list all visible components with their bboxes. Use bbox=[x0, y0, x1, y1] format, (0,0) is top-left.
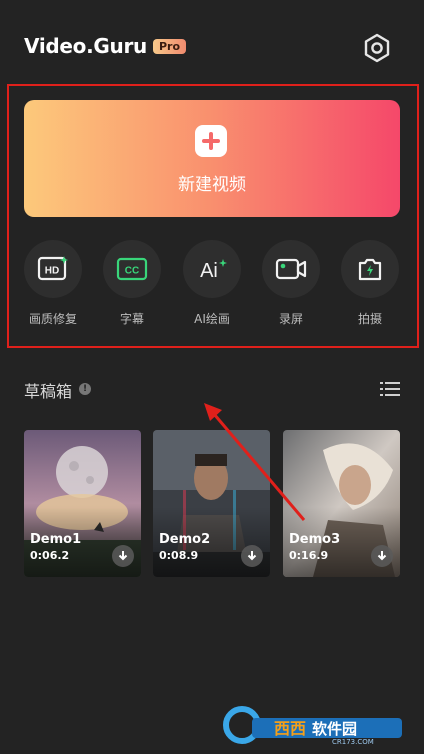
app-logo: Video.Guru Pro bbox=[24, 34, 187, 58]
draft-name: Demo3 bbox=[289, 532, 341, 547]
ai-sparkle-icon: Ai bbox=[183, 240, 241, 298]
draft-duration: 0:06.2 bbox=[30, 549, 70, 562]
screen-record-icon bbox=[262, 240, 320, 298]
pro-badge[interactable]: Pro bbox=[152, 38, 187, 54]
cc-icon: CC bbox=[103, 240, 161, 298]
tool-label: AI绘画 bbox=[194, 312, 230, 326]
tool-quality-repair[interactable]: HD 画质修复 bbox=[13, 240, 93, 327]
tools-row: HD 画质修复 CC 字幕 Ai AI绘画 录屏 拍摄 bbox=[0, 240, 424, 330]
tool-label: 画质修复 bbox=[28, 312, 77, 326]
new-video-label: 新建视频 bbox=[178, 175, 246, 195]
svg-text:CR173.COM: CR173.COM bbox=[332, 738, 374, 744]
tool-ai-painting[interactable]: Ai AI绘画 bbox=[172, 240, 252, 327]
tool-camera[interactable]: 拍摄 bbox=[330, 240, 410, 327]
hd-icon: HD bbox=[24, 240, 82, 298]
tool-label: 拍摄 bbox=[357, 312, 382, 326]
draft-card[interactable]: Demo1 0:06.2 bbox=[24, 430, 141, 577]
download-icon[interactable] bbox=[371, 545, 393, 567]
download-icon[interactable] bbox=[241, 545, 263, 567]
gear-icon[interactable] bbox=[362, 33, 392, 63]
draft-name: Demo2 bbox=[159, 532, 211, 547]
draft-card[interactable]: Demo2 0:08.9 bbox=[153, 430, 270, 577]
tool-label: 录屏 bbox=[278, 312, 303, 326]
app-name: Video.Guru bbox=[24, 34, 147, 58]
svg-text:软件园: 软件园 bbox=[312, 720, 357, 738]
svg-text:Ai: Ai bbox=[200, 260, 218, 282]
app-header: Video.Guru Pro bbox=[0, 0, 424, 80]
draft-duration: 0:08.9 bbox=[159, 549, 199, 562]
draft-duration: 0:16.9 bbox=[289, 549, 329, 562]
app-screen: Video.Guru Pro 新建视频 HD 画质修复 CC 字幕 Ai AI绘… bbox=[0, 0, 424, 754]
draft-name: Demo1 bbox=[30, 532, 82, 547]
new-video-button[interactable]: 新建视频 bbox=[24, 100, 400, 217]
tool-label: 字幕 bbox=[119, 312, 144, 326]
drafts-header: 草稿箱 ! bbox=[24, 377, 400, 403]
svg-text:西西: 西西 bbox=[274, 719, 306, 738]
drafts-title: 草稿箱 bbox=[24, 382, 73, 401]
svg-text:CC: CC bbox=[125, 266, 139, 277]
plus-icon bbox=[195, 125, 227, 157]
camera-icon bbox=[341, 240, 399, 298]
watermark-logo: 西西 软件园 CR173.COM bbox=[222, 706, 406, 746]
tool-screen-record[interactable]: 录屏 bbox=[251, 240, 331, 327]
download-icon[interactable] bbox=[112, 545, 134, 567]
svg-text:HD: HD bbox=[45, 266, 59, 277]
tool-subtitles[interactable]: CC 字幕 bbox=[92, 240, 172, 327]
info-icon[interactable]: ! bbox=[79, 383, 91, 395]
draft-card[interactable]: Demo3 0:16.9 bbox=[283, 430, 400, 577]
list-view-icon[interactable] bbox=[380, 380, 400, 398]
